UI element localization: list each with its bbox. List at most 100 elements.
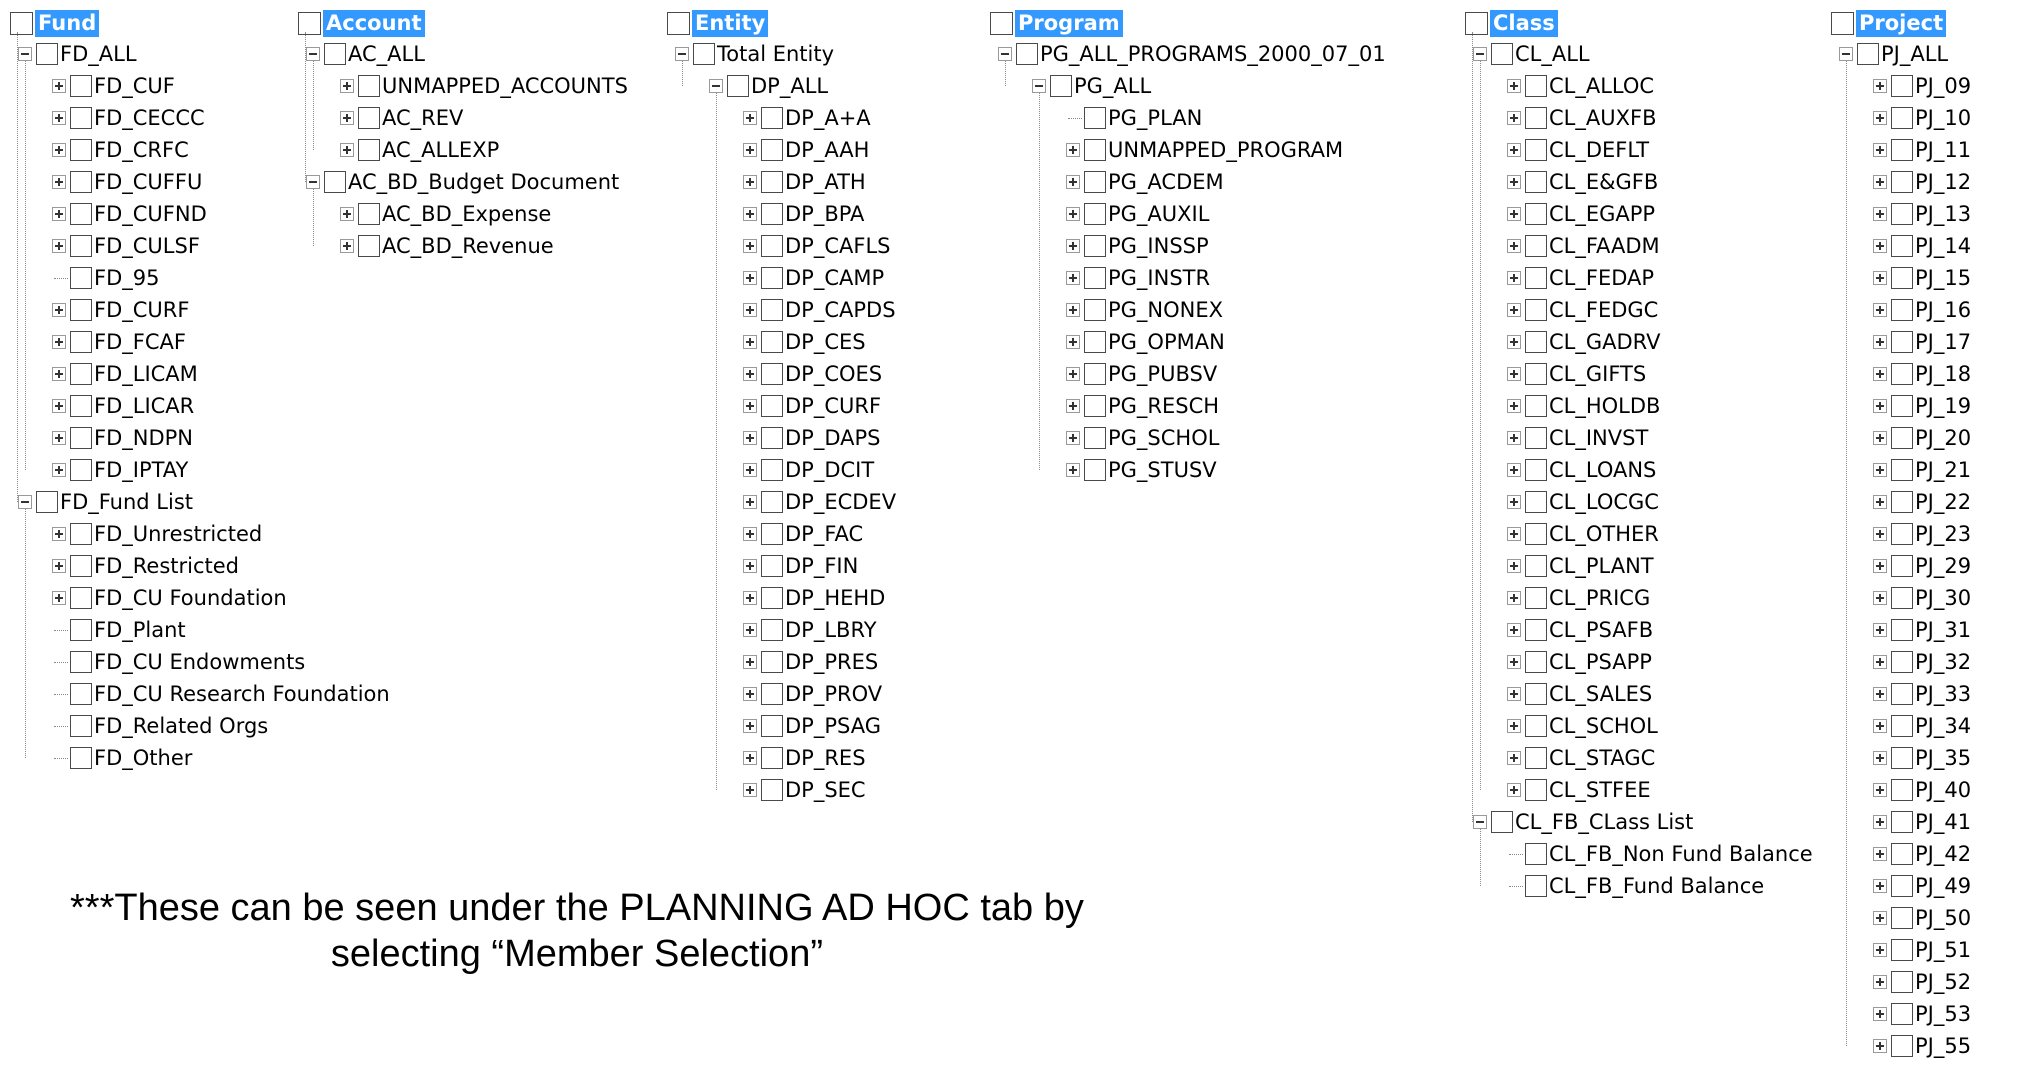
member-checkbox[interactable]: [1891, 587, 1913, 609]
expand-icon[interactable]: [1507, 399, 1521, 413]
tree-node[interactable]: UNMAPPED_PROGRAM: [998, 134, 1386, 166]
tree-node[interactable]: PJ_34: [1839, 710, 1971, 742]
member-checkbox[interactable]: [761, 587, 783, 609]
expand-icon[interactable]: [1507, 207, 1521, 221]
tree-node[interactable]: PJ_13: [1839, 198, 1971, 230]
expand-icon[interactable]: [743, 175, 757, 189]
expand-icon[interactable]: [1507, 303, 1521, 317]
tree-node[interactable]: PJ_40: [1839, 774, 1971, 806]
tree-node[interactable]: PG_STUSV: [998, 454, 1386, 486]
tree-node[interactable]: PJ_33: [1839, 678, 1971, 710]
expand-icon[interactable]: [1873, 175, 1887, 189]
member-checkbox[interactable]: [70, 459, 92, 481]
tree-node[interactable]: FD_CU Endowments: [18, 646, 390, 678]
tree-node[interactable]: AC_REV: [306, 102, 628, 134]
expand-icon[interactable]: [1873, 527, 1887, 541]
tree-node[interactable]: PJ_50: [1839, 902, 1971, 934]
expand-icon[interactable]: [743, 623, 757, 637]
member-checkbox[interactable]: [1525, 331, 1547, 353]
tree-node[interactable]: FD_Fund List: [18, 486, 390, 518]
tree-node[interactable]: DP_CAFLS: [675, 230, 896, 262]
member-checkbox[interactable]: [761, 235, 783, 257]
expand-icon[interactable]: [743, 207, 757, 221]
tree-node[interactable]: DP_AAH: [675, 134, 896, 166]
member-checkbox[interactable]: [1891, 811, 1913, 833]
member-checkbox[interactable]: [1525, 363, 1547, 385]
member-checkbox[interactable]: [1525, 427, 1547, 449]
tree-node[interactable]: DP_DAPS: [675, 422, 896, 454]
expand-icon[interactable]: [1873, 623, 1887, 637]
tree-node[interactable]: FD_Restricted: [18, 550, 390, 582]
member-checkbox[interactable]: [1525, 555, 1547, 577]
tree-node[interactable]: PJ_32: [1839, 646, 1971, 678]
member-checkbox[interactable]: [1891, 171, 1913, 193]
member-checkbox[interactable]: [70, 235, 92, 257]
member-checkbox[interactable]: [761, 619, 783, 641]
expand-icon[interactable]: [1873, 687, 1887, 701]
tree-node[interactable]: CL_EGAPP: [1473, 198, 1813, 230]
expand-icon[interactable]: [1873, 495, 1887, 509]
member-checkbox[interactable]: [1525, 203, 1547, 225]
expand-icon[interactable]: [52, 399, 66, 413]
tree-node[interactable]: AC_BD_Budget Document: [306, 166, 628, 198]
member-checkbox[interactable]: [70, 171, 92, 193]
member-checkbox[interactable]: [1891, 555, 1913, 577]
member-checkbox[interactable]: [1084, 427, 1106, 449]
tree-node[interactable]: CL_AUXFB: [1473, 102, 1813, 134]
member-checkbox[interactable]: [1525, 683, 1547, 705]
tree-node[interactable]: FD_CU Foundation: [18, 582, 390, 614]
member-checkbox[interactable]: [1525, 651, 1547, 673]
expand-icon[interactable]: [1507, 527, 1521, 541]
tree-node[interactable]: FD_CU Research Foundation: [18, 678, 390, 710]
expand-icon[interactable]: [1507, 655, 1521, 669]
collapse-icon[interactable]: [709, 79, 723, 93]
expand-icon[interactable]: [1873, 847, 1887, 861]
member-checkbox[interactable]: [761, 363, 783, 385]
expand-icon[interactable]: [743, 143, 757, 157]
expand-icon[interactable]: [1507, 143, 1521, 157]
tree-node[interactable]: PG_ALL_PROGRAMS_2000_07_01: [998, 38, 1386, 70]
member-checkbox[interactable]: [1084, 203, 1106, 225]
member-checkbox[interactable]: [1084, 139, 1106, 161]
member-checkbox[interactable]: [1891, 779, 1913, 801]
member-checkbox[interactable]: [1891, 363, 1913, 385]
member-checkbox[interactable]: [1891, 267, 1913, 289]
expand-icon[interactable]: [743, 495, 757, 509]
tree-node[interactable]: CL_STAGC: [1473, 742, 1813, 774]
member-checkbox[interactable]: [1084, 299, 1106, 321]
member-checkbox[interactable]: [1525, 843, 1547, 865]
member-checkbox[interactable]: [70, 747, 92, 769]
member-checkbox[interactable]: [1891, 395, 1913, 417]
expand-icon[interactable]: [743, 335, 757, 349]
tree-node[interactable]: PJ_29: [1839, 550, 1971, 582]
tree-node[interactable]: PJ_52: [1839, 966, 1971, 998]
tree-node[interactable]: FD_Unrestricted: [18, 518, 390, 550]
member-checkbox[interactable]: [1891, 843, 1913, 865]
member-checkbox[interactable]: [761, 395, 783, 417]
expand-icon[interactable]: [743, 367, 757, 381]
tree-node[interactable]: PG_ACDEM: [998, 166, 1386, 198]
expand-icon[interactable]: [340, 143, 354, 157]
project-header-checkbox[interactable]: [1831, 11, 1854, 35]
member-checkbox[interactable]: [727, 75, 749, 97]
tree-node[interactable]: PJ_14: [1839, 230, 1971, 262]
expand-icon[interactable]: [52, 207, 66, 221]
tree-node[interactable]: PG_ALL: [998, 70, 1386, 102]
member-checkbox[interactable]: [70, 75, 92, 97]
tree-node[interactable]: PJ_51: [1839, 934, 1971, 966]
expand-icon[interactable]: [743, 431, 757, 445]
expand-icon[interactable]: [52, 367, 66, 381]
expand-icon[interactable]: [1873, 783, 1887, 797]
member-checkbox[interactable]: [1084, 267, 1106, 289]
expand-icon[interactable]: [743, 591, 757, 605]
expand-icon[interactable]: [340, 111, 354, 125]
member-checkbox[interactable]: [1084, 235, 1106, 257]
tree-node[interactable]: CL_GADRV: [1473, 326, 1813, 358]
tree-node[interactable]: CL_INVST: [1473, 422, 1813, 454]
member-checkbox[interactable]: [1891, 75, 1913, 97]
expand-icon[interactable]: [1873, 975, 1887, 989]
expand-icon[interactable]: [1507, 335, 1521, 349]
member-checkbox[interactable]: [761, 331, 783, 353]
tree-node[interactable]: CL_SCHOL: [1473, 710, 1813, 742]
collapse-icon[interactable]: [306, 175, 320, 189]
